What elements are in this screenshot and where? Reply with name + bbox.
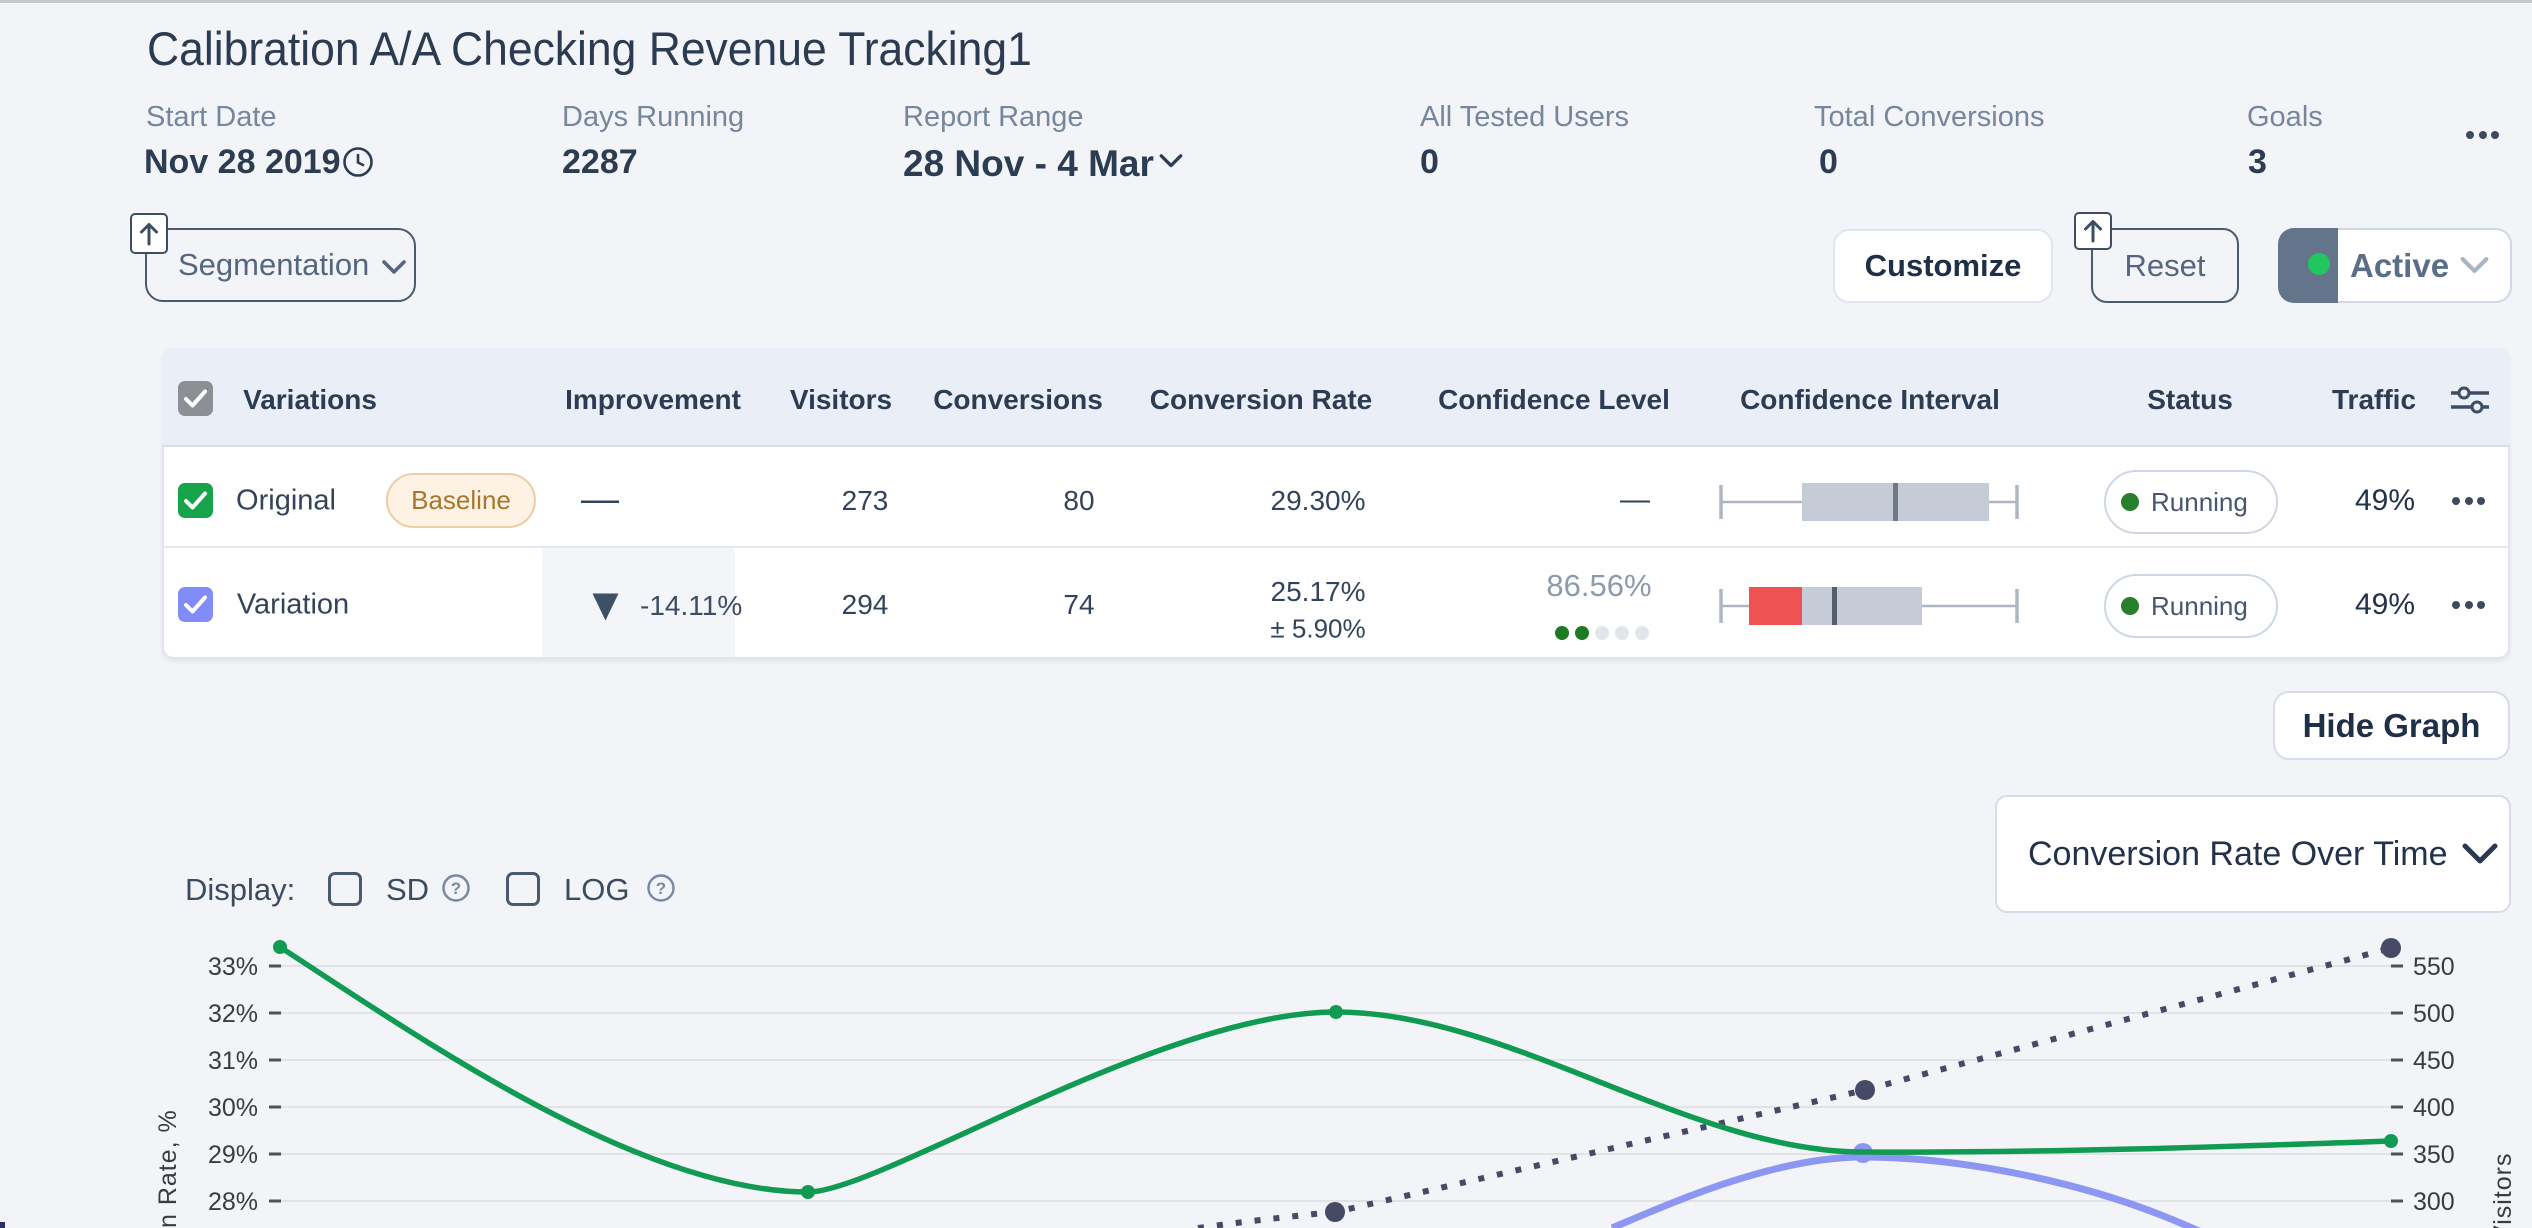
svg-text:32%: 32% xyxy=(208,1000,258,1028)
svg-text:300: 300 xyxy=(2413,1188,2455,1216)
svg-text:33%: 33% xyxy=(208,953,258,981)
svg-text:28%: 28% xyxy=(208,1188,258,1216)
svg-text:350: 350 xyxy=(2413,1141,2455,1169)
svg-text:n Rate, %: n Rate, % xyxy=(154,1109,182,1228)
svg-text:30%: 30% xyxy=(208,1094,258,1122)
svg-text:Visitors: Visitors xyxy=(2489,1152,2517,1228)
svg-text:29%: 29% xyxy=(208,1141,258,1169)
svg-text:400: 400 xyxy=(2413,1094,2455,1122)
svg-text:450: 450 xyxy=(2413,1047,2455,1075)
svg-text:31%: 31% xyxy=(208,1047,258,1075)
svg-text:?: ? xyxy=(451,879,461,898)
svg-text:500: 500 xyxy=(2413,1000,2455,1028)
svg-text:?: ? xyxy=(656,879,666,898)
svg-text:550: 550 xyxy=(2413,953,2455,981)
